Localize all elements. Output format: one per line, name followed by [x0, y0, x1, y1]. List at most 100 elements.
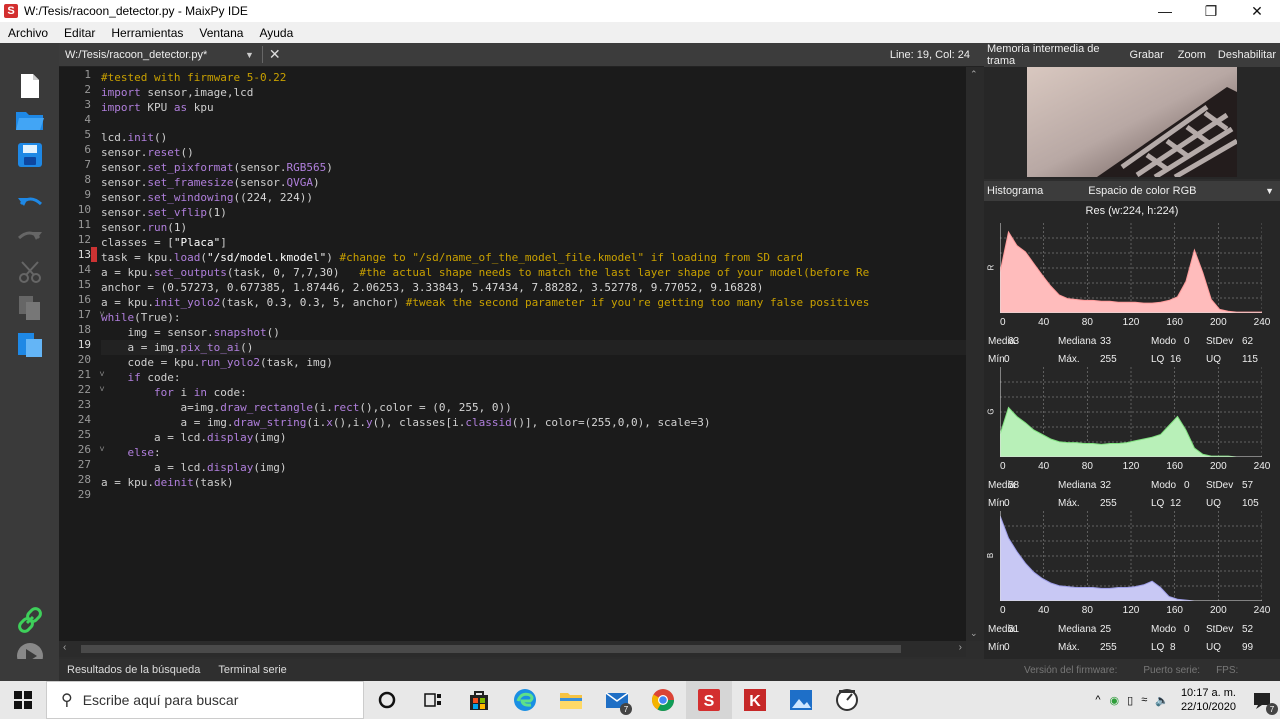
code-line[interactable]: a = lcd.display(img): [101, 460, 967, 475]
code-line[interactable]: a = kpu.deinit(task): [101, 475, 967, 490]
paste-icon[interactable]: [15, 329, 45, 359]
axis-tick-label: 80: [1081, 605, 1093, 616]
notifications-icon[interactable]: 7: [1244, 681, 1280, 719]
code-line[interactable]: [101, 490, 967, 505]
code-line[interactable]: a = kpu.init_yolo2(task, 0.3, 0.3, 5, an…: [101, 295, 967, 310]
color-space-select[interactable]: Espacio de color RGB: [1088, 185, 1196, 197]
wifi-icon[interactable]: ≈: [1141, 694, 1147, 706]
chrome-icon[interactable]: [640, 681, 686, 719]
code-line[interactable]: a = img.pix_to_ai(): [101, 340, 967, 355]
maximize-icon[interactable]: ❐: [1188, 0, 1234, 22]
new-file-icon[interactable]: [15, 71, 45, 101]
battery-icon[interactable]: ▯: [1127, 694, 1133, 707]
code-line[interactable]: code = kpu.run_yolo2(task, img): [101, 355, 967, 370]
code-line[interactable]: [101, 115, 967, 130]
close-file-icon[interactable]: ✕: [261, 46, 281, 63]
menu-ayuda[interactable]: Ayuda: [251, 26, 301, 40]
code-line[interactable]: img = sensor.snapshot(): [101, 325, 967, 340]
taskbar-search[interactable]: ⚲ Escribe aquí para buscar: [46, 681, 364, 719]
open-folder-icon[interactable]: [15, 105, 45, 135]
editor-vertical-scrollbar[interactable]: ⌃ ⌄: [966, 67, 984, 641]
photos-icon[interactable]: [778, 681, 824, 719]
code-line[interactable]: task = kpu.load("/sd/model.kmodel") #cha…: [101, 250, 967, 265]
zoom-button[interactable]: Zoom: [1178, 49, 1206, 61]
stat-mediana: 32: [1100, 480, 1112, 491]
tab-search-results[interactable]: Resultados de la búsqueda: [67, 664, 200, 676]
scroll-left-icon[interactable]: ‹: [63, 642, 66, 653]
code-line[interactable]: sensor.reset(): [101, 145, 967, 160]
volume-icon[interactable]: 🔈: [1155, 694, 1169, 707]
menu-herramientas[interactable]: Herramientas: [103, 26, 191, 40]
histogram-chart-g: [999, 367, 1263, 458]
cortana-icon[interactable]: [364, 681, 410, 719]
file-tab[interactable]: W:/Tesis/racoon_detector.py*: [65, 49, 245, 61]
menu-archivo[interactable]: Archivo: [0, 26, 56, 40]
code-line[interactable]: sensor.set_pixformat(sensor.RGB565): [101, 160, 967, 175]
line-number: 11: [77, 218, 91, 231]
save-icon[interactable]: [15, 140, 45, 170]
redo-icon[interactable]: [15, 221, 45, 251]
code-line[interactable]: sensor.set_vflip(1): [101, 205, 967, 220]
scroll-up-icon[interactable]: ⌃: [970, 69, 978, 80]
code-line[interactable]: else:: [101, 445, 967, 460]
show-hidden-icons-icon[interactable]: ^: [1095, 694, 1100, 706]
mail-icon[interactable]: 7: [594, 681, 640, 719]
line-number: 28: [77, 473, 91, 486]
code-line[interactable]: import sensor,image,lcd: [101, 85, 967, 100]
code-line[interactable]: a = kpu.set_outputs(task, 0, 7,7,30) #th…: [101, 265, 967, 280]
axis-tick-label: 240: [1253, 605, 1271, 616]
scroll-right-icon[interactable]: ›: [959, 642, 962, 653]
maixpy-taskbar-icon[interactable]: S: [686, 681, 732, 719]
code-line[interactable]: #tested with firmware 5-0.22: [101, 70, 967, 85]
horizontal-scroll-thumb[interactable]: [81, 645, 901, 653]
code-line[interactable]: lcd.init(): [101, 130, 967, 145]
code-line[interactable]: classes = ["Placa"]: [101, 235, 967, 250]
histogram-x-axis: 0 40 80 120 160 200 240: [996, 605, 1270, 617]
file-dropdown-icon[interactable]: ▼: [245, 50, 254, 60]
file-explorer-icon[interactable]: [548, 681, 594, 719]
scroll-down-icon[interactable]: ⌄: [970, 628, 978, 639]
connect-icon[interactable]: [15, 605, 45, 635]
copy-icon[interactable]: [15, 293, 45, 323]
close-icon[interactable]: ✕: [1234, 0, 1280, 22]
edge-icon[interactable]: [502, 681, 548, 719]
menu-ventana[interactable]: Ventana: [191, 26, 251, 40]
code-editor[interactable]: 1 2 3 4 5 6 7 8 9 10 11 12 13 14 15 16 17 18 19 20 21 22 23 24 2…: [59, 67, 984, 641]
stat-mediana-label: Mediana: [1058, 336, 1097, 347]
kicad-icon[interactable]: K: [732, 681, 778, 719]
task-view-icon[interactable]: [410, 681, 456, 719]
code-line[interactable]: sensor.run(1): [101, 220, 967, 235]
axis-tick-label: 240: [1253, 317, 1271, 328]
axis-tick-label: 200: [1209, 605, 1227, 616]
code-area[interactable]: #tested with firmware 5-0.22 import senso…: [101, 70, 967, 638]
line-number: 9: [84, 188, 91, 201]
stat-mediana: 25: [1100, 624, 1112, 635]
windows-start-icon[interactable]: [0, 681, 46, 719]
code-line[interactable]: a=img.draw_rectangle(i.rect(),color = (0…: [101, 400, 967, 415]
stat-stdev-label: StDev: [1206, 480, 1234, 491]
clock[interactable]: 10:17 a. m. 22/10/2020: [1181, 686, 1236, 714]
code-line[interactable]: if code:: [101, 370, 967, 385]
editor-horizontal-scrollbar[interactable]: ‹ ›: [59, 641, 966, 657]
chevron-down-icon[interactable]: ▼: [1265, 186, 1274, 196]
code-line[interactable]: for i in code:: [101, 385, 967, 400]
stat-max: 255: [1100, 642, 1117, 653]
disable-button[interactable]: Deshabilitar: [1218, 49, 1276, 61]
store-icon[interactable]: [456, 681, 502, 719]
cut-icon[interactable]: [15, 257, 45, 287]
code-line[interactable]: a = img.draw_string(i.x(),i.y(), classes…: [101, 415, 967, 430]
code-line[interactable]: while(True):: [101, 310, 967, 325]
minimize-icon[interactable]: —: [1142, 0, 1188, 22]
disk-tool-icon[interactable]: [824, 681, 870, 719]
undo-icon[interactable]: [15, 187, 45, 217]
code-line[interactable]: a = lcd.display(img): [101, 430, 967, 445]
code-line[interactable]: import KPU as kpu: [101, 100, 967, 115]
code-line[interactable]: sensor.set_framesize(sensor.QVGA): [101, 175, 967, 190]
tab-serial-terminal[interactable]: Terminal serie: [218, 664, 286, 676]
record-button[interactable]: Grabar: [1130, 49, 1164, 61]
menu-editar[interactable]: Editar: [56, 26, 103, 40]
security-icon[interactable]: ◉: [1110, 694, 1120, 707]
code-line[interactable]: anchor = (0.57273, 0.677385, 1.87446, 2.…: [101, 280, 967, 295]
code-line[interactable]: sensor.set_windowing((224, 224)): [101, 190, 967, 205]
channel-label: R: [986, 264, 996, 271]
